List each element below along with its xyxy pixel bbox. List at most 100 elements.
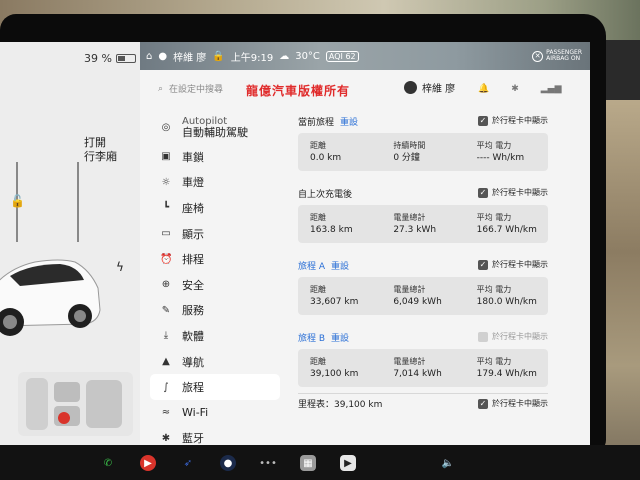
status-profile-name[interactable]: 梓維 廖 (173, 49, 206, 64)
stat-value: 7,014 kWh (393, 369, 442, 379)
menu-label: 藍牙 (182, 432, 204, 445)
media-player-icon[interactable]: ▶ (140, 455, 156, 471)
aqi-badge: AQI 62 (325, 50, 359, 62)
menu-item-service[interactable]: ✎ 服務 (150, 298, 280, 324)
bell-icon[interactable]: 🔔 (478, 84, 489, 94)
menu-label: 座椅 (182, 201, 204, 215)
section-title: 當前旅程 (298, 117, 335, 128)
menu-item-trips[interactable]: ∫ 旅程 (150, 374, 280, 400)
download-icon: ⤓ (163, 330, 169, 342)
unlock-icon[interactable]: 🔓 (10, 194, 25, 208)
menu-item-schedule[interactable]: ⏰ 排程 (150, 246, 280, 272)
volume-icon[interactable]: 🔈 (440, 455, 456, 471)
reset-button[interactable]: 重設 (340, 115, 358, 128)
section-title: 旅程 B (298, 333, 326, 344)
temperature: 30°C (295, 50, 320, 62)
profile-avatar-icon (404, 81, 417, 94)
camera-icon[interactable]: ● (220, 455, 236, 471)
seat-icon: ┗ (162, 202, 170, 214)
menu-item-seats[interactable]: ┗ 座椅 (150, 195, 280, 221)
more-apps-icon[interactable]: ••• (259, 455, 277, 471)
menu-item-bluetooth[interactable]: ✱ 藍牙 (150, 426, 280, 445)
passenger-airbag-indicator: ✕ PASSENGER AIRBAG ON (532, 50, 582, 62)
aqi-value: 62 (345, 51, 356, 61)
current-trip-section: 當前旅程 重設 ✓ 於行程卡中顯示 距離 0.0 km 持續時間 0 分鐘 平均… (298, 113, 548, 171)
calendar-app-icon[interactable]: ▦ (300, 455, 316, 471)
lte-signal-icon: ▂▄▆ (540, 84, 562, 94)
menu-item-navigation[interactable]: ▲ 導航 (150, 349, 280, 375)
settings-menu: ◎ Autopilot 自動輔助駕駛 ▣ 車鎖 ☼ 車燈 ┗ 座椅 ▭ 顯示 ⏰… (150, 110, 280, 445)
rocket-app-icon[interactable]: ➶ (180, 455, 196, 471)
checkbox-checked-icon: ✓ (478, 115, 488, 126)
stat-key: 距離 (310, 357, 326, 366)
seat-diagram (26, 378, 122, 430)
checkbox-label: 於行程卡中顯示 (492, 399, 548, 408)
menu-label: 軟體 (182, 329, 204, 343)
menu-item-display[interactable]: ▭ 顯示 (150, 221, 280, 247)
stat-duration: 持續時間 0 分鐘 (381, 133, 464, 171)
bluetooth-status-icon[interactable]: ✱ (511, 84, 519, 94)
stat-value: 179.4 Wh/km (476, 369, 537, 379)
top-status-icons: 🔔 ✱ ▂▄▆ (478, 84, 562, 94)
checkbox-unchecked-icon (478, 331, 488, 342)
menu-item-software[interactable]: ⤓ 軟體 (150, 323, 280, 349)
show-in-card-checkbox[interactable]: ✓ 於行程卡中顯示 (478, 115, 548, 126)
watermark-text: 龍億汽車版權所有 (246, 84, 351, 98)
car-image (0, 259, 101, 336)
stat-energy-total: 電量總計 27.3 kWh (381, 205, 464, 243)
trunk-guide-line (77, 162, 79, 242)
navigation-icon: ▲ (162, 356, 170, 368)
show-in-card-checkbox[interactable]: ✓ 於行程卡中顯示 (478, 398, 548, 409)
profile-name: 梓維 廖 (422, 84, 456, 95)
show-in-card-checkbox[interactable]: ✓ 於行程卡中顯示 (478, 187, 548, 198)
stat-distance: 距離 33,607 km (298, 277, 381, 315)
phone-icon[interactable]: ✆ (100, 455, 116, 471)
light-icon: ☼ (161, 176, 171, 188)
menu-label: 安全 (182, 278, 204, 292)
show-in-card-checkbox[interactable]: ✓ 於行程卡中顯示 (478, 259, 548, 270)
search-input[interactable]: 在設定中搜尋 (169, 82, 223, 95)
trip-b-section: 旅程 B 重設 於行程卡中顯示 距離 39,100 km 電量總計 7,014 … (298, 329, 548, 387)
video-app-icon[interactable]: ▶ (340, 455, 356, 471)
search-icon: ⌕ (158, 83, 164, 94)
car-panel: 39 % 打開 行李廂 🔓 ϟ (0, 42, 140, 445)
show-in-card-checkbox[interactable]: 於行程卡中顯示 (478, 331, 548, 342)
lock-icon: 🔒 (212, 50, 225, 62)
section-title: 自上次充電後 (298, 189, 353, 200)
safety-icon: ⊕ (161, 279, 171, 291)
menu-item-safety[interactable]: ⊕ 安全 (150, 272, 280, 298)
stat-key: 持續時間 (393, 141, 426, 150)
settings-search[interactable]: ⌕ 在設定中搜尋 (158, 82, 223, 96)
open-trunk-button[interactable]: 打開 行李廂 (84, 136, 117, 164)
menu-label: 排程 (182, 253, 204, 267)
steering-wheel-icon: ◎ (161, 121, 171, 133)
trip-a-section: 旅程 A 重設 ✓ 於行程卡中顯示 距離 33,607 km 電量總計 6,04… (298, 257, 548, 315)
stat-value: 6,049 kWh (393, 297, 442, 307)
menu-item-lights[interactable]: ☼ 車燈 (150, 170, 280, 196)
menu-item-locks[interactable]: ▣ 車鎖 (150, 144, 280, 170)
menu-label: 車燈 (182, 176, 204, 190)
stat-avg-energy: 平均 電力 180.0 Wh/km (465, 277, 548, 315)
reset-button[interactable]: 重設 (331, 259, 349, 272)
since-charge-section: 自上次充電後 ✓ 於行程卡中顯示 距離 163.8 km 電量總計 27.3 k… (298, 185, 548, 243)
airbag-icon: ✕ (532, 50, 544, 62)
menu-label: 導航 (182, 355, 204, 369)
background-right (602, 100, 640, 480)
stat-key: 電量總計 (393, 357, 426, 366)
profile-button[interactable]: 梓維 廖 (404, 80, 455, 95)
stat-key: 電量總計 (393, 285, 426, 294)
taskbar: ✆ ▶ ➶ ● ••• ▦ ▶ 🔈 (100, 452, 460, 474)
reset-button[interactable]: 重設 (331, 331, 349, 344)
settings-panel: ⌕ 在設定中搜尋 龍億汽車版權所有 梓維 廖 🔔 ✱ ▂▄▆ ◎ Autopil… (140, 70, 570, 445)
stat-key: 平均 電力 (476, 357, 512, 366)
menu-label: Wi-Fi (182, 406, 209, 420)
checkbox-checked-icon: ✓ (478, 259, 488, 270)
bluetooth-icon: ✱ (161, 432, 171, 444)
wifi-icon: ≈ (161, 407, 171, 419)
touchscreen: 39 % 打開 行李廂 🔓 ϟ ⌂ ● 梓維 廖 🔒 上午9:19 ☁ 30°C… (0, 42, 590, 445)
stat-value: 27.3 kWh (393, 225, 437, 235)
status-bar: ⌂ ● 梓維 廖 🔒 上午9:19 ☁ 30°C AQI 62 ✕ PASSEN… (140, 42, 590, 70)
menu-item-wifi[interactable]: ≈ Wi-Fi (150, 400, 280, 426)
lock-icon: ▣ (161, 151, 171, 163)
menu-item-autopilot[interactable]: ◎ Autopilot 自動輔助駕駛 (150, 110, 280, 144)
